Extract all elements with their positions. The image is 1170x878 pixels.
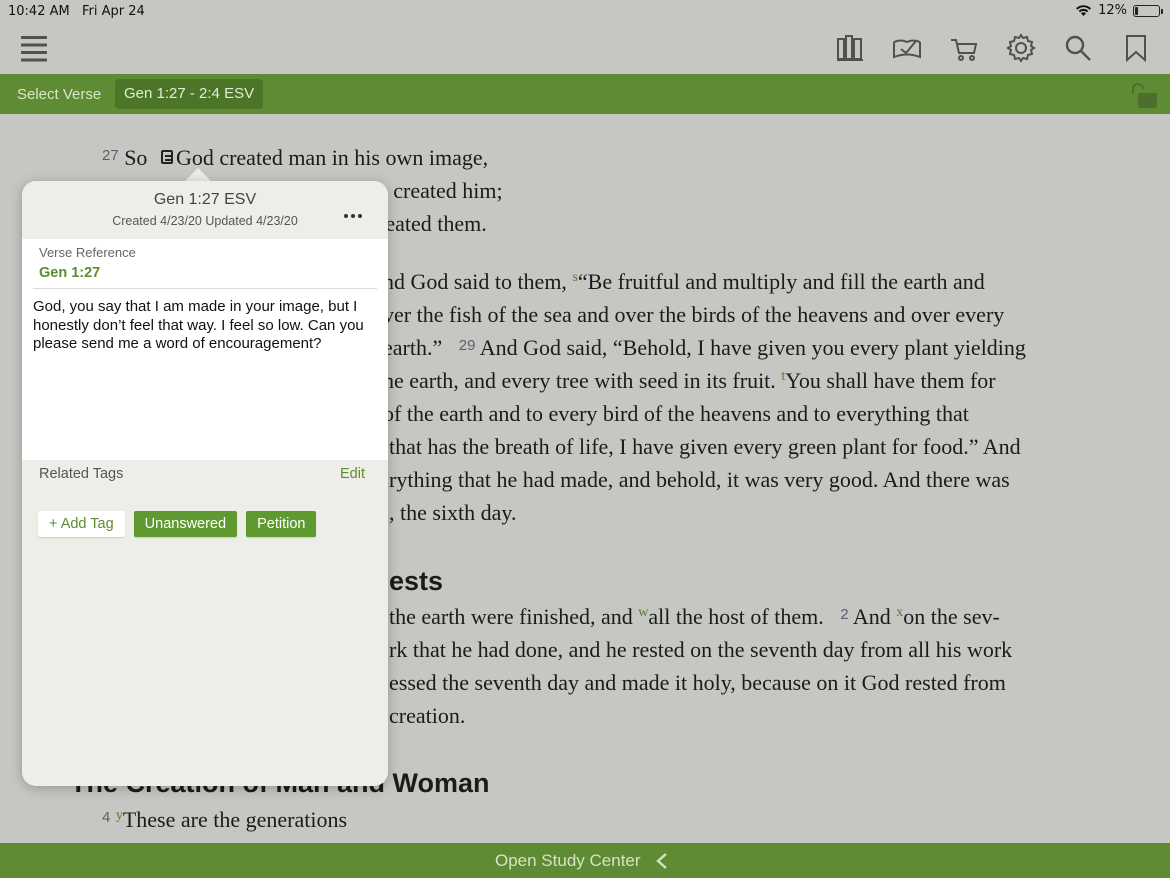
verse-line: ver the fish of the sea and over the bir… bbox=[383, 302, 1005, 327]
verse-line: earth.” 29 And God said, “Behold, I have… bbox=[383, 335, 1026, 360]
verse-reference-label: Verse Reference bbox=[39, 245, 136, 260]
search-icon[interactable] bbox=[1062, 32, 1094, 64]
verse-line: rk that he had done, and he rested on th… bbox=[389, 637, 1013, 662]
battery-icon bbox=[1133, 4, 1163, 17]
verse-line: e created him; bbox=[378, 178, 503, 203]
library-icon[interactable] bbox=[834, 32, 866, 64]
edit-tags-button[interactable]: Edit bbox=[340, 466, 365, 482]
add-tag-button[interactable]: + Add Tag bbox=[38, 511, 125, 537]
note-text-field[interactable]: God, you say that I am made in your imag… bbox=[33, 298, 383, 354]
reading-plan-icon[interactable] bbox=[891, 32, 923, 64]
chevron-left-icon[interactable] bbox=[655, 852, 669, 870]
verse-line: reated them. bbox=[378, 211, 487, 236]
status-right: 12% bbox=[1075, 3, 1163, 18]
tag-petition[interactable]: Petition bbox=[246, 511, 317, 537]
verse-number: 27 bbox=[102, 147, 119, 164]
section-heading: ests bbox=[389, 566, 444, 596]
open-study-center-button[interactable]: Open Study Center bbox=[495, 851, 641, 871]
verse-number: 29 bbox=[458, 337, 476, 354]
verse-line: creation. bbox=[389, 703, 466, 728]
verse-line: the earth were finished, and wall the ho… bbox=[389, 604, 1000, 629]
verse-number: 4 bbox=[102, 809, 111, 826]
tag-unanswered[interactable]: Unanswered bbox=[133, 511, 238, 537]
more-options-icon[interactable] bbox=[342, 205, 366, 218]
verse-line: that has the breath of life, I have give… bbox=[389, 434, 1021, 459]
wifi-icon bbox=[1076, 5, 1092, 16]
verse-line: essed the seventh day and made it holy, … bbox=[389, 670, 1006, 695]
note-icon[interactable] bbox=[160, 150, 173, 164]
cart-icon[interactable] bbox=[948, 32, 980, 64]
popover-arrow bbox=[184, 168, 212, 182]
divider bbox=[33, 288, 377, 289]
popover-header: Gen 1:27 ESV Created 4/23/20 Updated 4/2… bbox=[22, 181, 388, 239]
cross-reference[interactable]: w bbox=[638, 605, 648, 620]
bookmark-icon[interactable] bbox=[1120, 32, 1152, 64]
verse-line: , the sixth day. bbox=[389, 500, 517, 525]
popover-subtitle: Created 4/23/20 Updated 4/23/20 bbox=[112, 214, 298, 228]
settings-icon[interactable] bbox=[1005, 32, 1037, 64]
verse-reference-value[interactable]: Gen 1:27 bbox=[39, 265, 100, 281]
verse-line: nd God said to them, s“Be fruitful and m… bbox=[383, 269, 985, 294]
note-popover: Gen 1:27 ESV Created 4/23/20 Updated 4/2… bbox=[22, 181, 388, 786]
verse-line: 4 yThese are the generations bbox=[102, 807, 348, 832]
battery-percent: 12% bbox=[1098, 3, 1127, 18]
reference-pill[interactable]: Gen 1:27 - 2:4 ESV bbox=[115, 79, 264, 109]
top-toolbar bbox=[0, 22, 1170, 74]
unlock-icon[interactable] bbox=[1130, 82, 1158, 108]
verse-line: of the earth and to every bird of the he… bbox=[383, 401, 969, 426]
related-tags-label: Related Tags bbox=[39, 466, 124, 482]
bottom-bar: Open Study Center bbox=[0, 843, 1170, 878]
verse-context-bar: Select Verse Gen 1:27 - 2:4 ESV bbox=[0, 74, 1170, 114]
popover-title: Gen 1:27 ESV bbox=[153, 191, 257, 208]
verse-number: 2 bbox=[840, 606, 849, 623]
verse-line: rything that he had made, and behold, it… bbox=[389, 467, 1010, 492]
cross-reference[interactable]: y bbox=[116, 808, 123, 823]
verse-line: he earth, and every tree with seed in it… bbox=[383, 368, 996, 393]
verse-line: 27 So God created man in his own image, bbox=[102, 145, 489, 170]
select-verse-button[interactable]: Select Verse bbox=[17, 86, 101, 103]
tag-list: + Add Tag Unanswered Petition bbox=[38, 511, 317, 537]
status-bar: 10:42 AM Fri Apr 24 12% bbox=[0, 0, 1170, 22]
note-body: Verse Reference Gen 1:27 God, you say th… bbox=[22, 239, 388, 460]
status-time: 10:42 AM bbox=[8, 4, 70, 19]
status-date: Fri Apr 24 bbox=[82, 4, 145, 19]
menu-icon[interactable] bbox=[18, 32, 50, 64]
